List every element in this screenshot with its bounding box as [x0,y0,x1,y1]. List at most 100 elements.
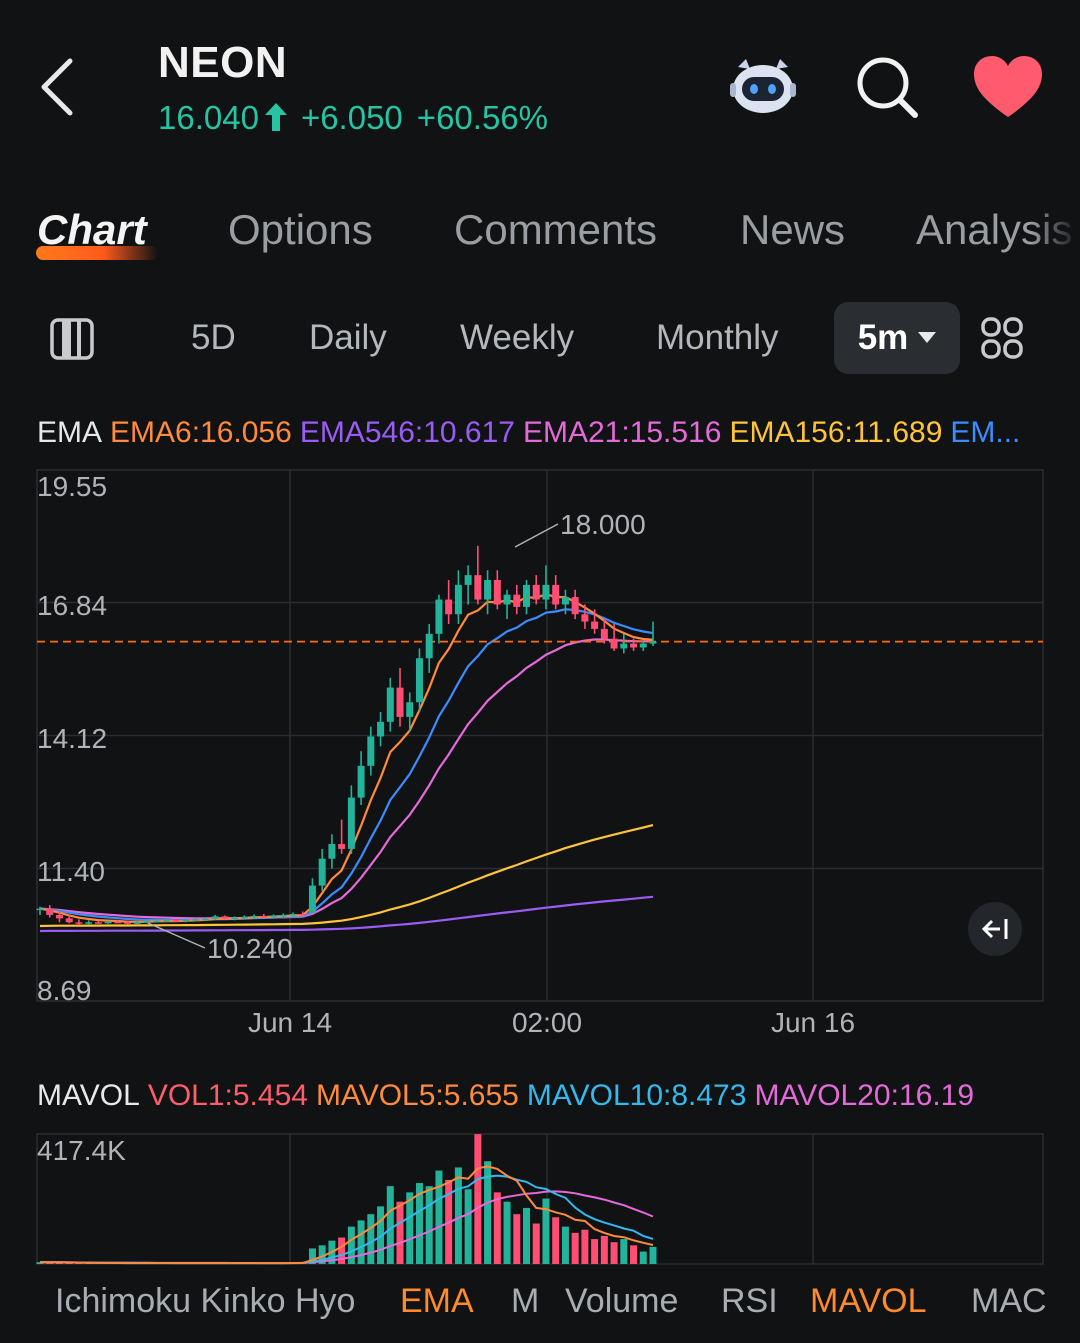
indicator-m[interactable]: M [511,1282,539,1321]
volume-bar [386,1186,394,1264]
period-selector-5m[interactable]: 5m [834,302,960,374]
indicator-volume[interactable]: Volume [565,1282,678,1321]
ema-lines [37,593,1043,933]
grid-menu-icon[interactable] [980,316,1024,360]
indicator-rsi[interactable]: RSI [721,1282,778,1321]
candle-body [581,614,589,622]
indicator-ichimoku[interactable]: Ichimoku Kinko Hyo [55,1282,355,1321]
volume-bar [649,1246,657,1264]
candle-body [55,914,63,919]
volume-bar [552,1217,560,1264]
ema-legend-title: EMA [37,416,103,449]
candle-body [610,638,618,649]
volume-bar [581,1229,589,1264]
candle-body [396,687,404,717]
robot-assistant-icon[interactable] [728,55,798,117]
candle-body [328,844,336,859]
volume-chart[interactable]: 417.4K [0,1130,1080,1270]
candle-body [523,584,531,607]
candle-body [454,584,462,615]
candle-body [124,922,132,924]
candle-body [221,916,229,919]
chart-axis-labels: 19.55 16.84 14.12 11.40 8.69 Jun 14 02:0… [37,471,855,1038]
volume-frame [36,1133,1044,1265]
candle-body [94,922,102,924]
candle-body [240,916,248,919]
tab-news[interactable]: News [740,206,845,254]
candle-body [425,633,433,659]
indicator-macd[interactable]: MAC [971,1282,1051,1321]
candle-body [143,921,151,923]
caret-down-icon [918,332,937,343]
volume-bar [630,1245,638,1264]
candle-body [65,918,73,923]
price-change-percent: +60.56% [416,99,548,136]
candle-body [347,797,355,849]
candle-body [270,915,278,917]
volume-bar [620,1239,628,1264]
candle-body [600,628,608,639]
volume-bar [357,1220,365,1264]
x-tick-label: Jun 16 [771,1007,855,1038]
search-icon[interactable] [854,54,920,120]
indicator-ema[interactable]: EMA [400,1282,474,1321]
chart-layout-icon[interactable] [50,318,94,360]
volume-bar [396,1201,404,1264]
candle-body [75,922,83,924]
tab-comments[interactable]: Comments [454,206,657,254]
candle-body [85,922,93,924]
candle-body [162,920,170,922]
tab-analysis[interactable]: Analysis [916,206,1080,254]
jump-to-latest-button[interactable] [968,902,1022,956]
volume-bar [571,1232,579,1264]
low-annotation: 10.240 [207,933,293,964]
volume-bar [493,1192,501,1264]
volume-grid [36,1133,1044,1265]
ema156-line [39,824,654,928]
period-monthly[interactable]: Monthly [656,318,779,358]
candle-body [561,597,569,605]
mavol5-value: MAVOL5:5.655 [315,1079,519,1112]
price-chart[interactable]: 19.55 16.84 14.12 11.40 8.69 Jun 14 02:0… [0,460,1080,1040]
volume-bar [532,1223,540,1264]
candle-body [415,658,423,703]
volume-bar [435,1170,443,1264]
candle-body [367,736,375,766]
back-chevron-icon[interactable] [34,55,84,119]
candle-body [591,621,599,629]
heart-icon[interactable] [972,55,1044,119]
mavol10-value: MAVOL10:8.473 [526,1079,747,1112]
candle-body [377,721,385,737]
period-5d[interactable]: 5D [191,318,236,358]
indicator-mavol[interactable]: MAVOL [810,1282,927,1321]
tab-chart[interactable]: Chart [37,206,147,254]
volume-bar [503,1201,511,1264]
low-annotation-leader [147,922,206,949]
volume-bar [591,1239,599,1264]
ema-legend: EMA EMA6:16.056 EMA546:10.617 EMA21:15.516 E… [37,416,1047,450]
volume-bar [639,1251,647,1264]
candle-body [114,921,122,924]
volume-bar [610,1242,618,1264]
period-daily[interactable]: Daily [309,318,387,358]
candle-body [474,575,482,600]
ema546-value: EMA546:10.617 [299,416,515,449]
volume-bar [454,1167,462,1264]
x-tick-label: 02:00 [512,1007,582,1038]
tab-options[interactable]: Options [228,206,373,254]
candle-body [357,765,365,798]
candle-body [46,908,54,915]
candle-body [386,687,394,722]
candle-body [639,643,647,648]
ema12-line [39,608,654,922]
volume-bar [523,1207,531,1264]
volume-max-label: 417.4K [37,1135,126,1166]
mavol-legend-title: MAVOL [37,1079,140,1112]
candle-body [513,594,521,607]
volume-bar [367,1214,375,1264]
candle-body [172,920,180,922]
candle-body [36,908,44,911]
period-weekly[interactable]: Weekly [460,318,574,358]
y-tick-label: 19.55 [37,471,107,502]
ema156-value: EMA156:11.689 [729,416,943,449]
